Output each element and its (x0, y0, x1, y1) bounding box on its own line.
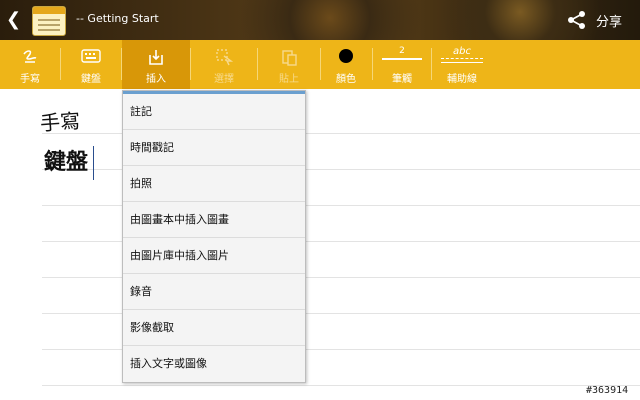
menu-item-screen-capture[interactable]: 影像截取 (123, 310, 305, 346)
action-bar: ❮ -- Getting Start 分享 (0, 0, 640, 40)
guide-sample-text: abc (441, 46, 483, 59)
guide-line (42, 385, 640, 386)
tool-label: 選擇 (214, 74, 234, 85)
insert-icon (149, 50, 163, 65)
tool-color[interactable]: 顏色 (321, 40, 371, 89)
stroke-value: 2 (399, 46, 405, 56)
tool-label: 筆觸 (392, 74, 412, 85)
text-cursor (93, 146, 94, 180)
guide-line-icon: abc (441, 46, 483, 63)
tool-stroke[interactable]: 2 筆觸 (373, 40, 431, 89)
tool-insert[interactable]: 插入 (122, 40, 190, 89)
tool-keyboard[interactable]: 鍵盤 (61, 40, 121, 89)
typed-text: 鍵盤 (44, 149, 89, 175)
menu-item-insert-picture[interactable]: 由圖片庫中插入圖片 (123, 238, 305, 274)
color-dot-icon (339, 49, 353, 63)
share-icon[interactable] (566, 10, 588, 30)
tool-paste[interactable]: 貼上 (258, 40, 320, 89)
menu-item-note[interactable]: 註記 (123, 94, 305, 130)
menu-item-insert-drawing[interactable]: 由圖畫本中插入圖畫 (123, 202, 305, 238)
tool-label: 插入 (146, 74, 166, 85)
handwritten-text: 手寫 (39, 108, 81, 136)
paste-icon (282, 50, 297, 66)
tool-label: 貼上 (279, 74, 299, 85)
back-chevron-icon[interactable]: ❮ (6, 9, 22, 31)
tool-handwriting[interactable]: 手寫 (0, 40, 60, 89)
keyboard-icon (81, 49, 101, 63)
tool-select[interactable]: 選擇 (191, 40, 257, 89)
tool-label: 顏色 (336, 74, 356, 85)
menu-item-timestamp[interactable]: 時間戳記 (123, 130, 305, 166)
notebook-icon[interactable] (32, 6, 66, 36)
edit-toolbar: 手寫 鍵盤 插入 選擇 貼上 顏色 2 筆觸 abc 輔助線 (0, 40, 640, 89)
stroke-width-icon: 2 (382, 46, 422, 60)
handwriting-icon (23, 50, 37, 63)
select-icon (216, 49, 233, 66)
share-button[interactable]: 分享 (596, 11, 622, 30)
page-title: -- Getting Start (76, 12, 159, 25)
menu-item-record-audio[interactable]: 錄音 (123, 274, 305, 310)
watermark-text: #363914 (586, 385, 629, 396)
tool-label: 輔助線 (447, 74, 477, 85)
note-canvas[interactable] (0, 89, 640, 400)
tool-label: 手寫 (20, 74, 40, 85)
menu-item-insert-text-or-image[interactable]: 插入文字或圖像 (123, 346, 305, 382)
insert-menu: 註記 時間戳記 拍照 由圖畫本中插入圖畫 由圖片庫中插入圖片 錄音 影像截取 插… (122, 90, 306, 383)
menu-item-take-photo[interactable]: 拍照 (123, 166, 305, 202)
tool-guide-lines[interactable]: abc 輔助線 (432, 40, 492, 89)
tool-label: 鍵盤 (81, 74, 101, 85)
